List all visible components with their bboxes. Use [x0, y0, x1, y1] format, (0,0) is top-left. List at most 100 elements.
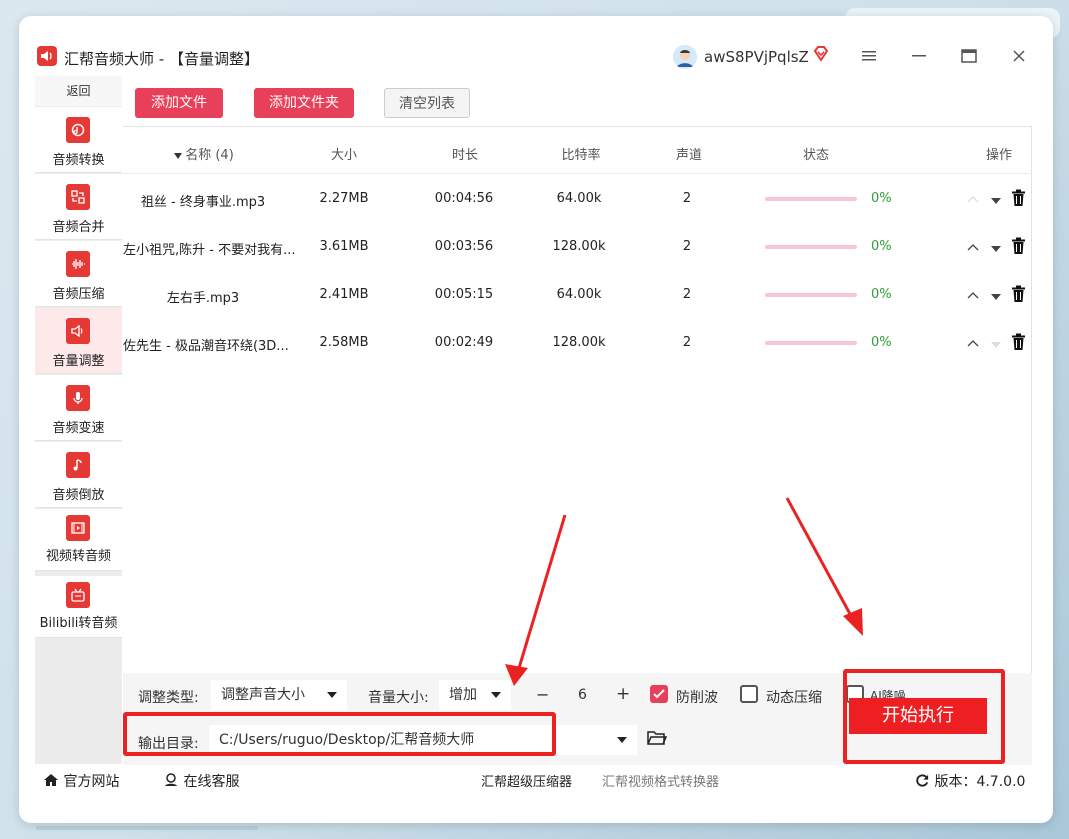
sort-down-icon	[174, 152, 183, 159]
link-video-converter[interactable]: 汇帮视频格式转换器	[602, 771, 719, 790]
official-site-link[interactable]: 官方网站	[43, 771, 119, 791]
bilibili-tv-icon	[66, 582, 90, 608]
sidebar-item-label: 音量调整	[52, 354, 105, 369]
file-bitrate: 64.00k	[556, 191, 602, 206]
file-bitrate: 128.00k	[552, 239, 606, 254]
file-size: 3.61MB	[319, 239, 369, 254]
progress-percent: 0%	[871, 239, 892, 254]
anti-clip-checkbox[interactable]	[650, 685, 668, 703]
move-down-icon[interactable]	[990, 338, 1002, 353]
adjust-type-value: 调整声音大小	[221, 687, 305, 703]
refresh-icon	[916, 774, 929, 787]
version-label: 版本：4.7.0.0	[934, 774, 1026, 790]
move-up-icon[interactable]	[967, 288, 979, 303]
menu-icon[interactable]	[859, 46, 879, 66]
folder-open-icon[interactable]	[647, 730, 668, 750]
delete-icon[interactable]	[1011, 189, 1026, 211]
delete-icon[interactable]	[1011, 333, 1026, 355]
column-header-size: 大小	[330, 148, 357, 163]
volume-mode-select[interactable]: 增加	[439, 680, 511, 710]
file-size: 2.41MB	[319, 287, 369, 302]
move-up-icon[interactable]	[967, 240, 979, 255]
sidebar-item-volume-adjust[interactable]: 音量调整	[35, 308, 122, 374]
file-duration: 00:04:56	[434, 191, 494, 206]
title-bar: 汇帮音频大师 - 【音量调整】 awS8PVjPqlsZ	[19, 16, 1053, 76]
minimize-icon[interactable]	[909, 46, 929, 66]
sidebar-item-audio-convert[interactable]: 音频转换	[35, 107, 122, 173]
annotation-output-dir-highlight	[123, 712, 556, 756]
anti-clip-label: 防削波	[676, 690, 718, 706]
add-folder-button[interactable]: 添加文件夹	[254, 88, 354, 118]
sidebar-item-label: 音频转换	[52, 153, 105, 168]
file-channels: 2	[682, 335, 692, 350]
progress-percent: 0%	[871, 335, 892, 350]
vip-diamond-icon[interactable]	[812, 45, 830, 67]
file-bitrate: 64.00k	[556, 287, 602, 302]
link-super-compressor[interactable]: 汇帮超级压缩器	[481, 771, 572, 790]
move-up-icon[interactable]	[967, 336, 979, 351]
file-channels: 2	[682, 287, 692, 302]
username[interactable]: awS8PVjPqlsZ	[704, 48, 809, 66]
adjust-type-select[interactable]: 调整声音大小	[211, 680, 347, 710]
close-icon[interactable]	[1009, 46, 1029, 66]
app-logo-icon	[37, 46, 57, 66]
maximize-icon[interactable]	[959, 46, 979, 66]
increase-volume-button[interactable]: +	[616, 684, 630, 704]
microphone-icon	[66, 385, 90, 411]
add-file-button[interactable]: 添加文件	[135, 88, 223, 118]
file-bitrate: 128.00k	[552, 335, 606, 350]
official-site-label: 官方网站	[63, 774, 120, 790]
file-duration: 00:03:56	[434, 239, 494, 254]
sidebar-item-audio-reverse[interactable]: 音频倒放	[35, 442, 122, 508]
file-name: 佐先生 - 极品潮音环绕(3D...	[123, 339, 289, 354]
dynamic-compress-label: 动态压缩	[766, 690, 822, 706]
file-duration: 00:05:15	[434, 287, 494, 302]
column-header-channels: 声道	[675, 148, 702, 163]
volume-icon	[66, 318, 90, 344]
app-window: 汇帮音频大师 - 【音量调整】 awS8PVjPqlsZ 返回 音频转换 音频合…	[19, 16, 1053, 823]
column-header-label: 名称 (4)	[185, 148, 234, 163]
sidebar-item-label: 音频倒放	[52, 488, 105, 503]
file-size: 2.27MB	[319, 191, 369, 206]
version-info[interactable]: 版本：4.7.0.0	[915, 771, 1025, 791]
progress-bar	[765, 341, 857, 345]
file-channels: 2	[682, 239, 692, 254]
move-up-icon[interactable]	[967, 192, 979, 207]
volume-value-input[interactable]: 6	[578, 687, 587, 703]
back-button[interactable]: 返回	[35, 76, 122, 106]
audio-convert-icon	[66, 117, 90, 143]
volume-mode-value: 增加	[449, 687, 477, 703]
move-down-icon[interactable]	[990, 290, 1002, 305]
column-header-status: 状态	[802, 148, 829, 163]
sidebar-item-label: 音频变速	[52, 421, 105, 436]
column-header-actions: 操作	[985, 148, 1012, 163]
progress-bar	[765, 197, 857, 201]
online-service-label: 在线客服	[183, 774, 240, 790]
sidebar-item-bilibili[interactable]: Bilibili转音频	[35, 576, 122, 638]
user-avatar[interactable]	[673, 45, 697, 69]
delete-icon[interactable]	[1011, 285, 1026, 307]
move-down-icon[interactable]	[990, 194, 1002, 209]
film-icon	[66, 515, 90, 541]
chevron-down-icon	[327, 692, 337, 698]
progress-percent: 0%	[871, 191, 892, 206]
annotation-start-highlight	[843, 669, 1005, 764]
sidebar: 返回 音频转换 音频合并 音频压缩 音量调整 音频变速 音频倒放 视频转音频 B…	[35, 76, 122, 764]
progress-bar	[765, 245, 857, 249]
file-size: 2.58MB	[319, 335, 369, 350]
dynamic-compress-checkbox[interactable]	[740, 685, 758, 703]
sidebar-item-label: 视频转音频	[45, 549, 111, 564]
delete-icon[interactable]	[1011, 237, 1026, 259]
decrease-volume-button[interactable]: −	[536, 685, 549, 704]
move-down-icon[interactable]	[990, 242, 1002, 257]
sidebar-item-audio-compress[interactable]: 音频压缩	[35, 241, 122, 307]
progress-bar	[765, 293, 857, 297]
audio-compress-icon	[66, 251, 90, 277]
sidebar-item-video-to-audio[interactable]: 视频转音频	[35, 509, 122, 571]
sidebar-item-audio-merge[interactable]: 音频合并	[35, 174, 122, 240]
file-name: 左小祖咒,陈升 - 不要对我有...	[123, 243, 296, 258]
sidebar-item-audio-speed[interactable]: 音频变速	[35, 375, 122, 441]
online-service-link[interactable]: 在线客服	[163, 771, 239, 791]
clear-list-button[interactable]: 清空列表	[384, 88, 470, 118]
column-header-name[interactable]: 名称 (4)	[169, 144, 239, 163]
